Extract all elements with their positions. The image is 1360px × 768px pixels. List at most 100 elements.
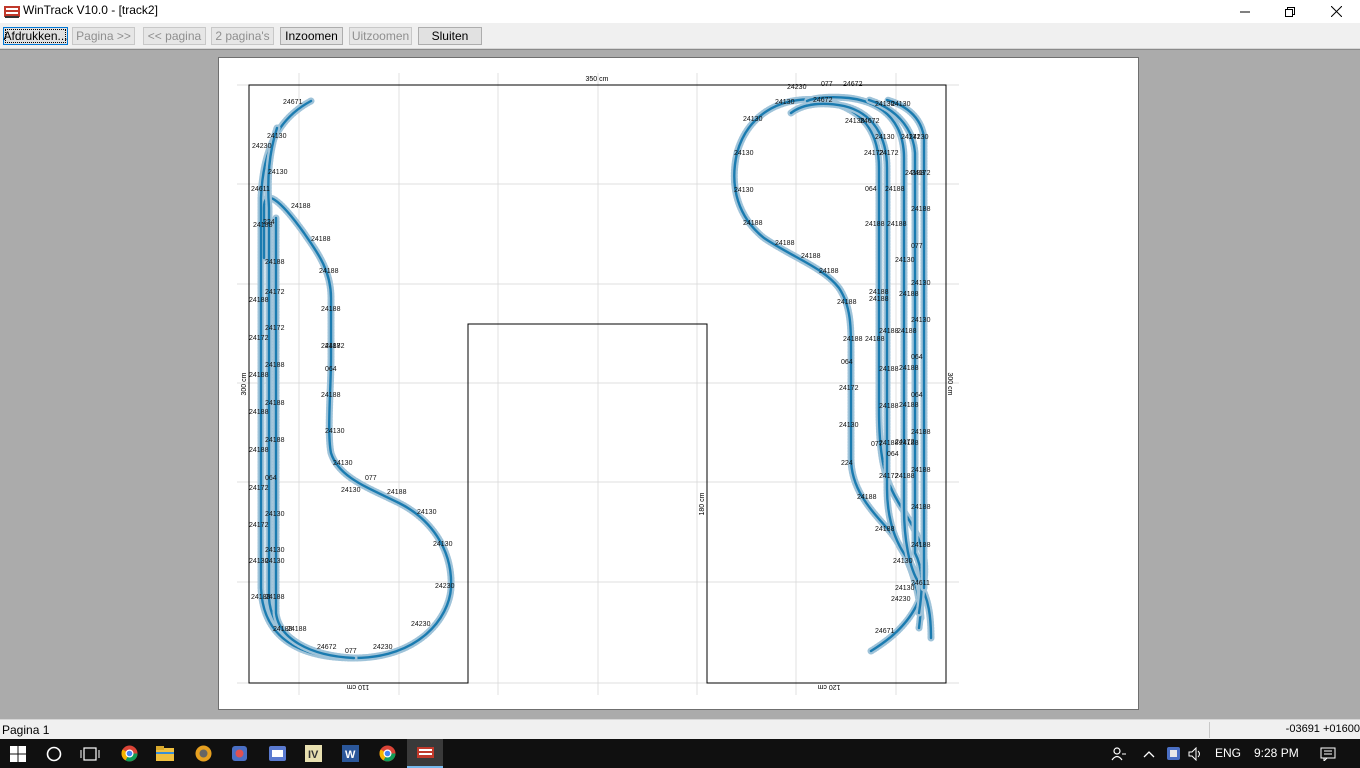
app-icon-4[interactable]: IV bbox=[295, 739, 331, 768]
left-track-part-label: 24130 bbox=[265, 547, 285, 554]
minimize-icon bbox=[1240, 11, 1250, 12]
left-track-part-label: 24188 bbox=[249, 409, 269, 416]
right-track-part-label: 24188 bbox=[895, 473, 915, 480]
chrome-icon[interactable] bbox=[111, 739, 147, 768]
language-indicator[interactable]: ENG bbox=[1215, 746, 1241, 760]
cursor-coordinates: -03691 +01600 bbox=[1285, 723, 1360, 735]
left-track-part-label: 24172 bbox=[249, 522, 269, 529]
wintrack-app-icon[interactable] bbox=[4, 4, 20, 19]
zoom-out-button[interactable]: Uitzoomen bbox=[349, 27, 412, 45]
right-track-part-label: 24188 bbox=[865, 336, 885, 343]
left-track-part-label: 24188 bbox=[249, 297, 269, 304]
dim-center: 180 cm bbox=[699, 492, 706, 515]
right-track-part-label: 24188 bbox=[899, 291, 919, 298]
task-view-icon[interactable] bbox=[72, 739, 108, 768]
left-track-part-label: 064 bbox=[325, 366, 337, 373]
right-track-part-label: 064 bbox=[865, 186, 877, 193]
two-pages-button[interactable]: 2 pagina's bbox=[211, 27, 274, 45]
right-track-part-label: 24188 bbox=[865, 221, 885, 228]
right-track-part-label: 24188 bbox=[801, 253, 821, 260]
preview-viewport[interactable]: 350 cm 300 cm 300 cm 180 cm 110 cm 120 c… bbox=[0, 49, 1360, 719]
dim-bottom-left: 110 cm bbox=[347, 683, 370, 690]
left-track-part-label: 24130 bbox=[433, 541, 453, 548]
right-track-part-label: 24672 bbox=[860, 118, 880, 125]
volume-icon[interactable] bbox=[1185, 739, 1207, 768]
restore-icon bbox=[1285, 6, 1295, 17]
left-track-part-label: 224 bbox=[263, 219, 275, 226]
left-track-part-label: 24672 bbox=[317, 644, 337, 651]
right-track-part-label: 24130 bbox=[911, 280, 931, 287]
right-track-part-label: 24188 bbox=[743, 220, 763, 227]
right-track-part-label: 24188 bbox=[875, 526, 895, 533]
cortana-search-icon[interactable] bbox=[36, 739, 72, 768]
close-button[interactable] bbox=[1313, 0, 1359, 23]
file-explorer-icon[interactable] bbox=[147, 739, 183, 768]
left-track-part-label: 24188 bbox=[265, 259, 285, 266]
zoom-in-button[interactable]: Inzoomen bbox=[280, 27, 343, 45]
right-track-part-label: 24188 bbox=[899, 402, 919, 409]
restore-button[interactable] bbox=[1267, 0, 1313, 23]
next-page-button[interactable]: Pagina >> bbox=[72, 27, 135, 45]
right-track-part-label: 24130 bbox=[895, 585, 915, 592]
right-track-part-label: 064 bbox=[911, 392, 923, 399]
previous-page-button[interactable]: << pagina bbox=[143, 27, 206, 45]
chrome-icon-2[interactable] bbox=[369, 739, 405, 768]
app-icon-1[interactable] bbox=[185, 739, 221, 768]
right-track-part-label: 077 bbox=[821, 81, 833, 88]
left-track-part-label: 24172 bbox=[265, 325, 285, 332]
print-button[interactable]: Afdrukken... bbox=[3, 27, 68, 45]
track-ballast bbox=[257, 97, 455, 662]
right-track-part-label: 24188 bbox=[885, 186, 905, 193]
people-icon[interactable] bbox=[1104, 739, 1134, 768]
windows-start-icon[interactable] bbox=[0, 739, 36, 768]
wintrack-task-icon[interactable] bbox=[407, 739, 443, 768]
close-preview-button[interactable]: Sluiten bbox=[418, 27, 482, 45]
chevron-up-icon[interactable] bbox=[1138, 739, 1160, 768]
title-bar: WinTrack V10.0 - [track2] bbox=[0, 0, 1360, 23]
right-track-part-label: 24188 bbox=[897, 328, 917, 335]
right-track-part-label: 24188 bbox=[843, 336, 863, 343]
right-track-part-label: 24188 bbox=[837, 299, 857, 306]
left-track-part-label: 064 bbox=[265, 475, 277, 482]
track-segment[interactable] bbox=[259, 99, 453, 660]
right-track-part-label: 24130 bbox=[911, 317, 931, 324]
right-track-part-label: 24230 bbox=[787, 84, 807, 91]
left-track-part-label: 24172 bbox=[325, 343, 345, 350]
page-indicator: Pagina 1 bbox=[2, 723, 50, 737]
network-app-icon[interactable] bbox=[1162, 739, 1184, 768]
left-track-part-label: 077 bbox=[365, 475, 377, 482]
print-preview-toolbar: Afdrukken... Pagina >> << pagina 2 pagin… bbox=[0, 23, 1360, 49]
left-track-part-label: 24130 bbox=[267, 133, 287, 140]
right-track-part-label: 077 bbox=[871, 441, 883, 448]
minimize-button[interactable] bbox=[1222, 0, 1268, 23]
notification-icon[interactable] bbox=[1314, 739, 1342, 768]
left-track-part-label: 24188 bbox=[249, 447, 269, 454]
left-track-part-label: 24188 bbox=[265, 400, 285, 407]
word-icon[interactable]: W bbox=[332, 739, 368, 768]
status-divider bbox=[1209, 722, 1210, 738]
right-track-part-label: 224 bbox=[841, 460, 853, 467]
left-track-part-label: 24230 bbox=[373, 644, 393, 651]
left-track-part-label: 24188 bbox=[321, 306, 341, 313]
right-track-part-label: 24188 bbox=[819, 268, 839, 275]
app-icon-3[interactable] bbox=[259, 739, 295, 768]
right-track-part-label: 24188 bbox=[905, 170, 925, 177]
right-track-part-label: 24188 bbox=[879, 366, 899, 373]
right-track-part-label: 077 bbox=[911, 243, 923, 250]
right-track-part-label: 24130 bbox=[839, 422, 859, 429]
right-track-part-label: 24130 bbox=[893, 558, 913, 565]
left-track-part-label: 24172 bbox=[249, 485, 269, 492]
print-page: 350 cm 300 cm 300 cm 180 cm 110 cm 120 c… bbox=[218, 57, 1139, 710]
left-track-part-label: 24188 bbox=[387, 489, 407, 496]
left-track-part-label: 24188 bbox=[311, 236, 331, 243]
clock[interactable]: 9:28 PM bbox=[1254, 746, 1299, 760]
dim-bottom-right: 120 cm bbox=[817, 683, 840, 690]
right-track-part-label: 24172 bbox=[901, 134, 921, 141]
right-track-part-label: 24172 bbox=[895, 439, 915, 446]
left-track-part-label: 24130 bbox=[333, 460, 353, 467]
right-track-part-label: 24188 bbox=[869, 296, 889, 303]
right-track-part-label: 24188 bbox=[879, 403, 899, 410]
left-track-part-label: 24188 bbox=[265, 362, 285, 369]
app-icon-2[interactable] bbox=[221, 739, 257, 768]
right-track-part-label: 24188 bbox=[911, 542, 931, 549]
